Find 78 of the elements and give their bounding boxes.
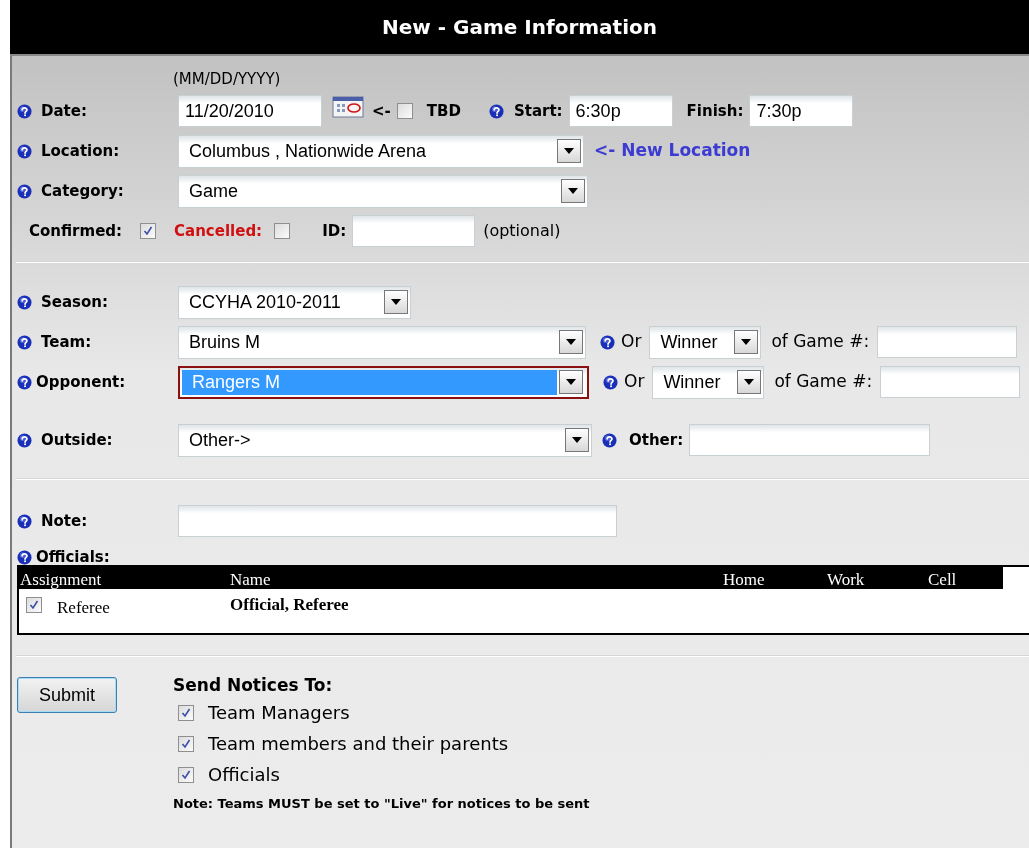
help-icon (488, 103, 504, 119)
column-header: Name (230, 569, 271, 591)
checkbox[interactable] (140, 223, 157, 239)
table-cell-text: Official, Referee (230, 594, 349, 616)
field-label: Season: (41, 291, 108, 313)
field-label: Cancelled: (174, 220, 263, 242)
dropdown[interactable]: Winner (649, 325, 762, 359)
game-number-label: of Game #: (771, 330, 870, 354)
or-label: Or (624, 370, 645, 394)
field-label: Date: (41, 100, 87, 122)
checkbox[interactable] (26, 597, 42, 613)
column-header: Home (723, 569, 765, 591)
checkmark-icon (143, 226, 154, 236)
checkmark-icon (181, 769, 191, 780)
notices-warning: Note: Teams MUST be set to "Live" for notices to be sent (173, 795, 590, 813)
dropdown[interactable]: Game (178, 174, 588, 208)
field-label: Location: (41, 140, 120, 162)
checkbox[interactable] (396, 103, 413, 119)
help-icon (17, 374, 32, 390)
page-title: New - Game Information (382, 14, 657, 41)
checkmark-icon (29, 600, 39, 610)
help-icon (602, 432, 617, 448)
notice-option[interactable]: Team members and their parents (208, 730, 509, 757)
table-cell-text: Referee (57, 597, 110, 619)
checkbox[interactable] (178, 766, 194, 783)
checkbox[interactable] (274, 223, 291, 239)
help-icon (600, 334, 615, 350)
calendar-icon (332, 96, 364, 118)
game-number-label: of Game #: (774, 370, 873, 394)
finish-time-field[interactable]: 7:30p (749, 95, 854, 127)
field-label: Finish: (686, 100, 744, 122)
optional-hint: (optional) (483, 220, 561, 242)
column-header: Assignment (20, 569, 102, 591)
date-field[interactable]: 11/20/2010 (178, 95, 322, 127)
submit-button[interactable]: Submit (17, 677, 117, 713)
help-icon (17, 143, 32, 159)
dropdown[interactable]: Other-> (178, 423, 592, 457)
checkbox[interactable] (178, 735, 194, 752)
id-field[interactable] (352, 215, 476, 247)
field-label: <- (372, 100, 391, 122)
dropdown[interactable]: Winner (652, 365, 765, 399)
help-icon (17, 432, 32, 448)
notice-option[interactable]: Team Managers (208, 699, 350, 726)
field-label: Confirmed: (29, 220, 123, 242)
field-label: Note: (41, 510, 88, 532)
help-icon (17, 183, 32, 199)
date-format-hint: (MM/DD/YYYY) (173, 69, 281, 90)
field-label: TBD (426, 100, 461, 122)
notice-option[interactable]: Officials (208, 761, 280, 788)
new-location-link[interactable]: <- New Location (594, 138, 751, 164)
field-label: Outside: (41, 429, 113, 451)
checkmark-icon (181, 707, 191, 718)
field-label: Start: (513, 100, 563, 122)
column-header: Work (827, 569, 865, 591)
help-icon (603, 374, 618, 390)
help-icon (17, 294, 32, 310)
start-time-field[interactable]: 6:30p (568, 95, 673, 127)
field-label: Category: (41, 180, 124, 202)
field-label: Team: (41, 331, 92, 353)
field-label: ID: (322, 220, 347, 242)
column-header: Cell (928, 569, 957, 591)
help-icon (17, 334, 32, 350)
or-label: Or (621, 330, 642, 354)
game-number-field[interactable] (877, 326, 1018, 358)
note-field[interactable] (178, 505, 617, 537)
checkmark-icon (181, 738, 191, 749)
game-number-field[interactable] (880, 366, 1021, 398)
notices-heading: Send Notices To: (173, 674, 334, 697)
other-field[interactable] (689, 424, 931, 456)
checkbox[interactable] (178, 704, 194, 721)
dropdown[interactable]: Bruins M (178, 325, 586, 359)
field-label: Opponent: (36, 371, 126, 393)
help-icon (17, 103, 32, 119)
dropdown[interactable]: Columbus , Nationwide Arena (178, 134, 584, 168)
help-icon (17, 513, 32, 529)
field-label: Other: (629, 429, 684, 451)
field-label: Officials: (36, 546, 110, 568)
dropdown[interactable]: CCYHA 2010-2011 (178, 285, 411, 319)
